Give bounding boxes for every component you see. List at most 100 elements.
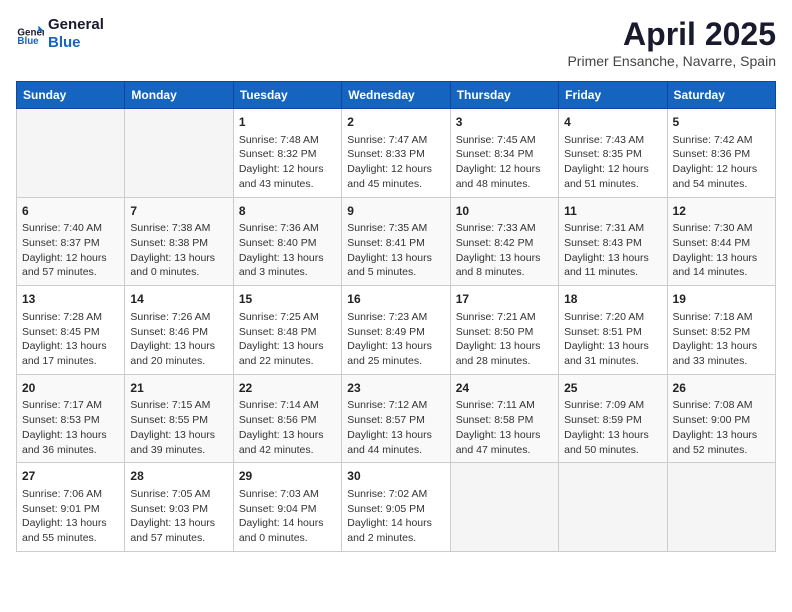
day-info-line: Sunset: 8:53 PM <box>22 413 119 428</box>
day-info-line: Sunset: 8:32 PM <box>239 147 336 162</box>
day-info-line: Sunrise: 7:28 AM <box>22 310 119 325</box>
calendar-cell: 20Sunrise: 7:17 AMSunset: 8:53 PMDayligh… <box>17 374 125 463</box>
day-info-line: Daylight: 13 hours and 39 minutes. <box>130 428 227 457</box>
calendar-cell: 16Sunrise: 7:23 AMSunset: 8:49 PMDayligh… <box>342 286 450 375</box>
day-info-line: Daylight: 13 hours and 33 minutes. <box>673 339 770 368</box>
calendar-cell: 21Sunrise: 7:15 AMSunset: 8:55 PMDayligh… <box>125 374 233 463</box>
calendar-week-4: 20Sunrise: 7:17 AMSunset: 8:53 PMDayligh… <box>17 374 776 463</box>
day-number: 19 <box>673 291 770 308</box>
day-number: 22 <box>239 380 336 397</box>
day-info-line: Sunset: 9:03 PM <box>130 502 227 517</box>
day-info-line: Sunrise: 7:36 AM <box>239 221 336 236</box>
logo-icon: General Blue <box>16 20 44 48</box>
day-info-line: Daylight: 14 hours and 2 minutes. <box>347 516 444 545</box>
day-number: 18 <box>564 291 661 308</box>
calendar-cell: 10Sunrise: 7:33 AMSunset: 8:42 PMDayligh… <box>450 197 558 286</box>
day-info-line: Daylight: 13 hours and 5 minutes. <box>347 251 444 280</box>
day-info-line: Daylight: 13 hours and 20 minutes. <box>130 339 227 368</box>
calendar-cell: 5Sunrise: 7:42 AMSunset: 8:36 PMDaylight… <box>667 109 775 198</box>
day-info-line: Daylight: 12 hours and 48 minutes. <box>456 162 553 191</box>
day-info-line: Sunrise: 7:12 AM <box>347 398 444 413</box>
day-number: 13 <box>22 291 119 308</box>
day-number: 10 <box>456 203 553 220</box>
day-info-line: Sunset: 8:56 PM <box>239 413 336 428</box>
day-info-line: Daylight: 13 hours and 47 minutes. <box>456 428 553 457</box>
day-header-wednesday: Wednesday <box>342 82 450 109</box>
svg-text:Blue: Blue <box>17 36 39 47</box>
day-info-line: Daylight: 13 hours and 14 minutes. <box>673 251 770 280</box>
day-info-line: Sunrise: 7:03 AM <box>239 487 336 502</box>
logo-line1: General <box>48 16 104 34</box>
day-number: 25 <box>564 380 661 397</box>
day-number: 15 <box>239 291 336 308</box>
calendar-cell: 8Sunrise: 7:36 AMSunset: 8:40 PMDaylight… <box>233 197 341 286</box>
calendar-cell: 12Sunrise: 7:30 AMSunset: 8:44 PMDayligh… <box>667 197 775 286</box>
day-number: 3 <box>456 114 553 131</box>
day-info-line: Sunrise: 7:14 AM <box>239 398 336 413</box>
day-info-line: Sunset: 8:38 PM <box>130 236 227 251</box>
day-info-line: Sunrise: 7:35 AM <box>347 221 444 236</box>
day-info-line: Sunrise: 7:45 AM <box>456 133 553 148</box>
calendar-cell: 13Sunrise: 7:28 AMSunset: 8:45 PMDayligh… <box>17 286 125 375</box>
calendar-cell: 11Sunrise: 7:31 AMSunset: 8:43 PMDayligh… <box>559 197 667 286</box>
calendar-cell: 6Sunrise: 7:40 AMSunset: 8:37 PMDaylight… <box>17 197 125 286</box>
calendar-cell: 28Sunrise: 7:05 AMSunset: 9:03 PMDayligh… <box>125 463 233 552</box>
day-info-line: Sunset: 8:46 PM <box>130 325 227 340</box>
day-number: 9 <box>347 203 444 220</box>
calendar-cell: 9Sunrise: 7:35 AMSunset: 8:41 PMDaylight… <box>342 197 450 286</box>
calendar-cell: 24Sunrise: 7:11 AMSunset: 8:58 PMDayligh… <box>450 374 558 463</box>
calendar-cell: 23Sunrise: 7:12 AMSunset: 8:57 PMDayligh… <box>342 374 450 463</box>
day-header-tuesday: Tuesday <box>233 82 341 109</box>
calendar-cell: 25Sunrise: 7:09 AMSunset: 8:59 PMDayligh… <box>559 374 667 463</box>
day-info-line: Daylight: 13 hours and 36 minutes. <box>22 428 119 457</box>
day-info-line: Sunset: 8:36 PM <box>673 147 770 162</box>
calendar-cell <box>17 109 125 198</box>
day-info-line: Daylight: 13 hours and 52 minutes. <box>673 428 770 457</box>
calendar-cell: 14Sunrise: 7:26 AMSunset: 8:46 PMDayligh… <box>125 286 233 375</box>
day-info-line: Sunrise: 7:43 AM <box>564 133 661 148</box>
day-info-line: Sunset: 8:50 PM <box>456 325 553 340</box>
day-info-line: Sunset: 8:41 PM <box>347 236 444 251</box>
day-info-line: Sunrise: 7:09 AM <box>564 398 661 413</box>
calendar-cell: 19Sunrise: 7:18 AMSunset: 8:52 PMDayligh… <box>667 286 775 375</box>
calendar-cell <box>667 463 775 552</box>
day-number: 17 <box>456 291 553 308</box>
day-info-line: Sunset: 9:04 PM <box>239 502 336 517</box>
day-number: 2 <box>347 114 444 131</box>
day-number: 16 <box>347 291 444 308</box>
day-number: 30 <box>347 468 444 485</box>
day-info-line: Sunrise: 7:06 AM <box>22 487 119 502</box>
day-number: 5 <box>673 114 770 131</box>
day-info-line: Daylight: 13 hours and 31 minutes. <box>564 339 661 368</box>
day-info-line: Daylight: 13 hours and 3 minutes. <box>239 251 336 280</box>
day-info-line: Sunset: 8:51 PM <box>564 325 661 340</box>
day-info-line: Daylight: 12 hours and 54 minutes. <box>673 162 770 191</box>
day-info-line: Sunset: 8:42 PM <box>456 236 553 251</box>
calendar-cell: 2Sunrise: 7:47 AMSunset: 8:33 PMDaylight… <box>342 109 450 198</box>
day-info-line: Daylight: 13 hours and 50 minutes. <box>564 428 661 457</box>
day-number: 12 <box>673 203 770 220</box>
day-info-line: Daylight: 13 hours and 55 minutes. <box>22 516 119 545</box>
calendar-cell: 3Sunrise: 7:45 AMSunset: 8:34 PMDaylight… <box>450 109 558 198</box>
calendar-cell <box>125 109 233 198</box>
day-info-line: Sunset: 8:48 PM <box>239 325 336 340</box>
day-info-line: Sunrise: 7:21 AM <box>456 310 553 325</box>
day-info-line: Sunset: 8:44 PM <box>673 236 770 251</box>
day-info-line: Daylight: 12 hours and 43 minutes. <box>239 162 336 191</box>
day-info-line: Daylight: 12 hours and 51 minutes. <box>564 162 661 191</box>
calendar-cell: 27Sunrise: 7:06 AMSunset: 9:01 PMDayligh… <box>17 463 125 552</box>
logo-line2: Blue <box>48 34 104 52</box>
calendar-cell: 15Sunrise: 7:25 AMSunset: 8:48 PMDayligh… <box>233 286 341 375</box>
calendar-cell: 4Sunrise: 7:43 AMSunset: 8:35 PMDaylight… <box>559 109 667 198</box>
day-info-line: Sunrise: 7:15 AM <box>130 398 227 413</box>
day-info-line: Daylight: 13 hours and 42 minutes. <box>239 428 336 457</box>
logo: General Blue General Blue <box>16 16 104 52</box>
day-info-line: Daylight: 13 hours and 28 minutes. <box>456 339 553 368</box>
day-info-line: Sunset: 9:00 PM <box>673 413 770 428</box>
day-number: 14 <box>130 291 227 308</box>
day-info-line: Sunset: 8:58 PM <box>456 413 553 428</box>
day-info-line: Daylight: 14 hours and 0 minutes. <box>239 516 336 545</box>
day-info-line: Sunrise: 7:30 AM <box>673 221 770 236</box>
day-info-line: Sunrise: 7:25 AM <box>239 310 336 325</box>
day-info-line: Daylight: 12 hours and 57 minutes. <box>22 251 119 280</box>
